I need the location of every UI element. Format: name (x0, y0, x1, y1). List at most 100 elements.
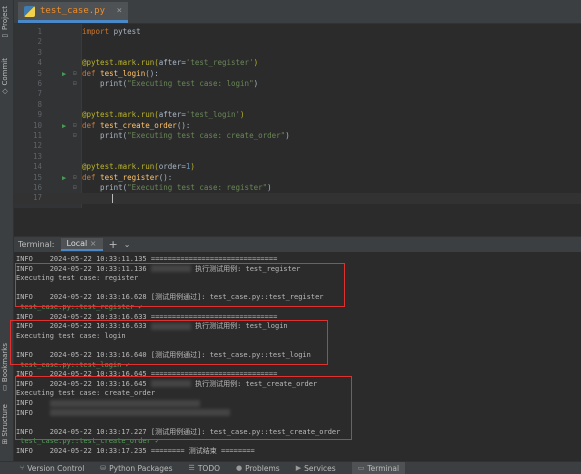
terminal-tab-local[interactable]: Local × (60, 238, 103, 251)
line-number: 10 (32, 120, 42, 130)
code-line[interactable]: 16 ⊟ print("Executing test case: register… (14, 183, 581, 193)
close-tab-icon[interactable]: × (117, 6, 122, 16)
terminal-output[interactable]: INFO 2024-05-22 10:33:11.135 ===========… (10, 253, 581, 461)
code-text: import pytest (82, 27, 141, 36)
code-text: print("Executing test case: create_order… (82, 131, 290, 140)
fold-icon[interactable]: ⊟ (73, 69, 77, 79)
code-editor[interactable]: 1 import pytest 2 3 4 @pytest.mark.run(after=… (14, 24, 581, 208)
structure-tool-button[interactable]: ⊞Structure (1, 404, 9, 444)
code-text: print("Executing test case: register") (82, 183, 272, 192)
terminal-line: INFO 2024-05-22 10:33:17.235 ======== 测试… (16, 447, 255, 455)
fold-icon[interactable]: ⊟ (73, 131, 77, 141)
code-line[interactable]: 2 (14, 37, 581, 47)
problems-icon: ● (236, 464, 243, 472)
code-text: @pytest.mark.run(order=1) (82, 162, 195, 172)
services-icon: ▶ (295, 464, 302, 472)
fold-icon[interactable]: ⊟ (73, 183, 77, 193)
run-test-icon[interactable]: ▶ (62, 173, 66, 183)
tool-window-label: TODO (197, 463, 220, 473)
code-line[interactable]: 4 @pytest.mark.run(after='test_register') (14, 58, 581, 68)
code-line[interactable]: 13 (14, 152, 581, 162)
code-line[interactable]: 6 ⊟ print("Executing test case: login") (14, 79, 581, 89)
tool-window-problems[interactable]: ● Problems (236, 464, 280, 473)
tool-window-terminal[interactable]: ▭ Terminal (351, 462, 406, 474)
commit-tool-button[interactable]: ◇Commit (1, 58, 9, 96)
fold-icon[interactable]: ⊟ (73, 121, 77, 131)
line-number: 17 (32, 193, 42, 203)
line-number: 4 (37, 58, 42, 68)
line-number: 6 (37, 79, 42, 88)
code-text: def test_login(): (82, 68, 159, 78)
line-number: 14 (32, 162, 42, 172)
editor-empty-area[interactable] (14, 208, 581, 236)
code-text: def test_create_order(): (82, 120, 191, 130)
line-number: 13 (32, 151, 42, 161)
line-number: 9 (37, 110, 42, 120)
version-control-icon: ⑂ (20, 464, 25, 472)
tool-window-todo[interactable]: ☰ TODO (189, 464, 220, 473)
line-number: 16 (32, 183, 42, 192)
code-line[interactable]: 15 ▶ ⊟ def test_register(): (14, 173, 581, 183)
code-text: @pytest.mark.run(after='test_register') (82, 58, 259, 68)
code-text: def test_register(): (82, 172, 173, 182)
line-number: 11 (32, 131, 42, 140)
chevron-down-icon[interactable]: ⌄ (124, 240, 131, 249)
add-terminal-icon[interactable]: + (109, 238, 118, 251)
editor-tab-bar: test_case.py × (14, 0, 581, 24)
code-line[interactable]: 10 ▶ ⊟ def test_create_order(): (14, 121, 581, 131)
highlight-box-register (15, 263, 345, 307)
structure-icon: ⊞ (1, 438, 9, 445)
tool-window-label: Services (304, 463, 336, 473)
terminal-icon: ▭ (357, 464, 365, 472)
code-line[interactable]: 8 (14, 100, 581, 110)
run-test-icon[interactable]: ▶ (62, 121, 66, 131)
fold-icon[interactable]: ⊟ (73, 79, 77, 89)
code-line[interactable]: 14 @pytest.mark.run(order=1) (14, 162, 581, 172)
project-tool-button[interactable]: ▭Project (1, 6, 9, 40)
editor-tab-test-case[interactable]: test_case.py × (18, 2, 128, 23)
tool-window-services[interactable]: ▶ Services (296, 464, 336, 473)
code-line[interactable]: 1 import pytest (14, 27, 581, 37)
tool-window-label: Python Packages (109, 463, 173, 473)
code-line[interactable]: 7 (14, 89, 581, 99)
line-number: 8 (37, 99, 42, 109)
fold-icon[interactable]: ⊟ (73, 173, 77, 183)
python-file-icon (24, 5, 35, 17)
bookmark-icon: ▯ (1, 384, 9, 393)
tool-window-python-packages[interactable]: ⛁ Python Packages (100, 464, 172, 473)
terminal-header: Terminal: Local × + ⌄ (14, 236, 581, 252)
tool-window-version-control[interactable]: ⑂ Version Control (20, 464, 84, 473)
bookmarks-tool-button[interactable]: ▯Bookmarks (1, 343, 9, 392)
folder-icon: ▭ (1, 31, 9, 40)
tool-window-label: Problems (245, 463, 280, 473)
code-line[interactable]: 3 (14, 48, 581, 58)
code-text: @pytest.mark.run(after='test_login') (82, 110, 245, 120)
line-number: 1 (37, 27, 42, 36)
line-number: 12 (32, 141, 42, 151)
code-line[interactable]: 9 @pytest.mark.run(after='test_login') (14, 110, 581, 120)
line-number: 3 (37, 47, 42, 57)
highlight-box-login (10, 320, 328, 365)
code-line[interactable]: 11 ⊟ print("Executing test case: create_o… (14, 131, 581, 141)
code-line[interactable]: 17 (14, 193, 581, 204)
bottom-tool-bar: ⑂ Version Control ⛁ Python Packages ☰ TODO ● Pr… (0, 461, 581, 474)
line-number: 7 (37, 89, 42, 99)
code-line[interactable]: 12 (14, 141, 581, 151)
code-line[interactable]: 5 ▶ ⊟ def test_login(): (14, 69, 581, 79)
run-test-icon[interactable]: ▶ (62, 69, 66, 79)
text-caret (112, 194, 113, 204)
line-number: 5 (37, 68, 42, 78)
tool-window-label: Version Control (27, 463, 85, 473)
tool-window-label: Terminal (367, 463, 400, 473)
highlight-box-create-order (15, 376, 352, 440)
python-packages-icon: ⛁ (100, 464, 107, 472)
commit-icon: ◇ (1, 87, 9, 96)
todo-icon: ☰ (188, 464, 195, 472)
line-number: 2 (37, 37, 42, 47)
close-terminal-tab-icon[interactable]: × (90, 239, 97, 248)
terminal-label: Terminal: (18, 240, 55, 249)
code-text: print("Executing test case: login") (82, 79, 259, 88)
tab-filename: test_case.py (40, 6, 106, 16)
left-tool-strip: ▭Project ◇Commit ▯Bookmarks ⊞Structure (0, 0, 14, 474)
line-number: 15 (32, 172, 42, 182)
